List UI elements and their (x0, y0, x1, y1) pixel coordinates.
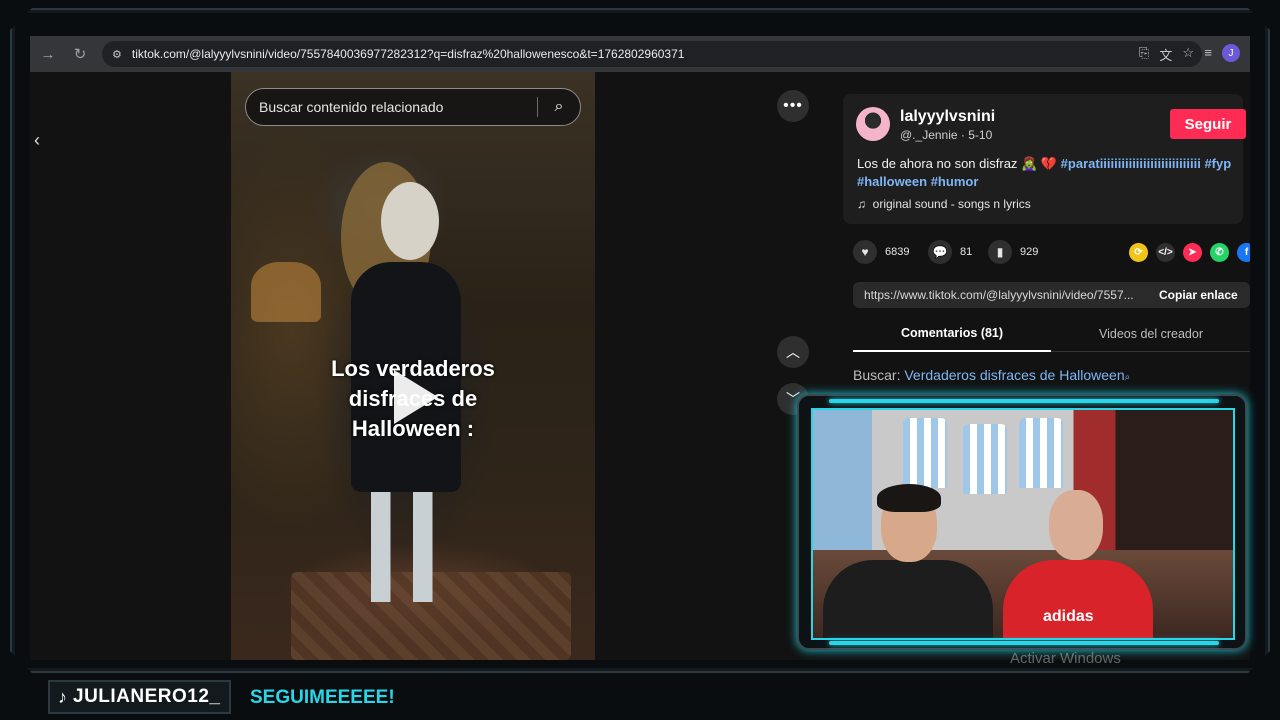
like-count: 6839 (885, 246, 910, 258)
caption-text: Los de ahora no son disfraz 🧟‍♀️ 💔 (857, 156, 1058, 171)
browser-toolbar: → ↻ ⚙ tiktok.com/@lalyyylvsnini/video/75… (30, 36, 1250, 72)
follow-cta: SEGUIMEEEEE! (250, 687, 395, 708)
video-column: ‹ Buscar contenido relacionado ⌕ Los ver… (30, 72, 825, 660)
stream-frame: → ↻ ⚙ tiktok.com/@lalyyylvsnini/video/75… (0, 0, 1280, 720)
creator-username[interactable]: lalyyylvsnini (900, 108, 995, 126)
hashtag-link[interactable]: #halloween (857, 174, 927, 189)
facebook-icon[interactable]: f (1237, 243, 1250, 262)
related-search-row: Buscar: Verdaderos disfraces de Hallowee… (853, 367, 1130, 383)
tiktok-handle-badge: ♪ JULIANERO12_ (48, 680, 231, 714)
post-card: lalyyylvsnini @._Jennie · 5-10 Seguir Lo… (843, 94, 1246, 224)
whatsapp-icon[interactable]: ✆ (1210, 243, 1229, 262)
post-date: 5-10 (968, 128, 993, 142)
share-icons: ⟳ </> ➤ ✆ f ➦ (1129, 243, 1250, 262)
search-small-icon: ⌕ (1124, 372, 1131, 383)
jersey-shape (903, 418, 947, 488)
comment-count: 81 (960, 246, 973, 258)
jersey-shape (1019, 418, 1063, 488)
tab-creator-videos[interactable]: Videos del creador (1052, 316, 1250, 352)
webcam-overlay: adidas (797, 394, 1247, 650)
shirt-logo: adidas (1043, 608, 1094, 625)
chevron-up-icon: ︿ (786, 344, 800, 360)
jersey-shape (963, 424, 1007, 494)
hashtag-link[interactable]: #fyp (1204, 156, 1231, 171)
webcam-view: adidas (811, 408, 1235, 640)
hashtag-link[interactable]: #humor (931, 174, 979, 189)
webcam-accent-top (829, 399, 1219, 403)
related-search-prefix: Buscar: (853, 367, 901, 383)
hashtag-link[interactable]: #paratiiiiiiiiiiiiiiiiiiiiiiiiiiii (1061, 156, 1201, 171)
play-icon[interactable] (394, 370, 438, 424)
post-link[interactable]: https://www.tiktok.com/@lalyyylvsnini/vi… (864, 288, 1149, 302)
creator-display-name: @._Jennie (900, 128, 958, 142)
repost-icon[interactable]: ⟳ (1129, 243, 1148, 262)
copy-link-button[interactable]: Copiar enlace (1159, 288, 1238, 302)
creator-subline: @._Jennie · 5-10 (900, 128, 993, 142)
video-player[interactable]: Buscar contenido relacionado ⌕ Los verda… (231, 72, 595, 660)
webcam-accent-bottom (829, 641, 1219, 645)
copy-link-row: https://www.tiktok.com/@lalyyylvsnini/vi… (853, 282, 1250, 308)
panel-tabs: Comentarios (81) Videos del creador (853, 316, 1250, 352)
send-icon[interactable]: ➤ (1183, 243, 1202, 262)
reload-icon[interactable]: ↻ (66, 40, 94, 68)
follow-button[interactable]: Seguir (1170, 109, 1246, 139)
bookmark-icon[interactable]: ▮ (988, 240, 1012, 264)
profile-avatar[interactable]: J (1222, 44, 1240, 62)
person-body (823, 560, 993, 638)
install-icon[interactable]: ⎘ (1139, 45, 1149, 64)
streamer-right: adidas (1003, 482, 1153, 638)
stream-footer: ♪ JULIANERO12_ SEGUIMEEEEE! (0, 674, 1280, 720)
heart-icon[interactable]: ♥ (853, 240, 877, 264)
lamp-shape (251, 262, 321, 322)
related-search-input[interactable]: Buscar contenido relacionado ⌕ (245, 88, 581, 126)
tab-comments[interactable]: Comentarios (81) (853, 316, 1051, 352)
tiktok-handle: JULIANERO12_ (73, 686, 221, 707)
comment-icon[interactable]: 💬 (928, 240, 952, 264)
embed-icon[interactable]: </> (1156, 243, 1175, 262)
translate-icon[interactable]: 文 (1159, 45, 1172, 64)
creator-avatar[interactable] (856, 107, 890, 141)
music-note-icon: ♫ (857, 197, 866, 211)
search-icon[interactable]: ⌕ (538, 98, 580, 116)
site-info-icon[interactable]: ⚙ (112, 48, 122, 61)
comment-stat[interactable]: 💬 81 (928, 240, 972, 264)
previous-video-button[interactable]: ︿ (777, 336, 809, 368)
sound-row[interactable]: ♫ original sound - songs n lyrics (857, 197, 1031, 211)
forward-icon[interactable]: → (34, 40, 62, 68)
url-text[interactable]: tiktok.com/@lalyyylvsnini/video/75578400… (132, 47, 685, 61)
person-head (1049, 490, 1103, 560)
bookmark-star-icon[interactable]: ☆ (1182, 45, 1194, 64)
search-placeholder[interactable]: Buscar contenido relacionado (259, 99, 537, 115)
address-bar[interactable]: ⚙ tiktok.com/@lalyyylvsnini/video/755784… (102, 41, 1202, 67)
back-arrow-icon[interactable]: ‹ (34, 130, 40, 151)
figure-legs (371, 492, 441, 602)
tiktok-icon: ♪ (58, 686, 67, 707)
post-caption: Los de ahora no son disfraz 🧟‍♀️ 💔 #para… (857, 155, 1243, 191)
engagement-row: ♥ 6839 💬 81 ▮ 929 ⟳ </> ➤ ✆ f ➦ (853, 240, 1250, 270)
more-options-button[interactable]: ••• (777, 90, 809, 122)
figure-head (381, 182, 439, 260)
like-stat[interactable]: ♥ 6839 (853, 240, 909, 264)
related-search-link[interactable]: Verdaderos disfraces de Halloween (904, 367, 1124, 383)
save-count: 929 (1020, 246, 1039, 258)
windows-watermark: Activar Windows (1010, 650, 1121, 667)
person-body (1003, 560, 1153, 638)
streamer-left (823, 484, 993, 638)
person-hair (877, 484, 941, 512)
reading-list-icon[interactable]: ≡ (1204, 45, 1212, 60)
save-stat[interactable]: ▮ 929 (988, 240, 1038, 264)
sound-name[interactable]: original sound - songs n lyrics (873, 197, 1031, 211)
